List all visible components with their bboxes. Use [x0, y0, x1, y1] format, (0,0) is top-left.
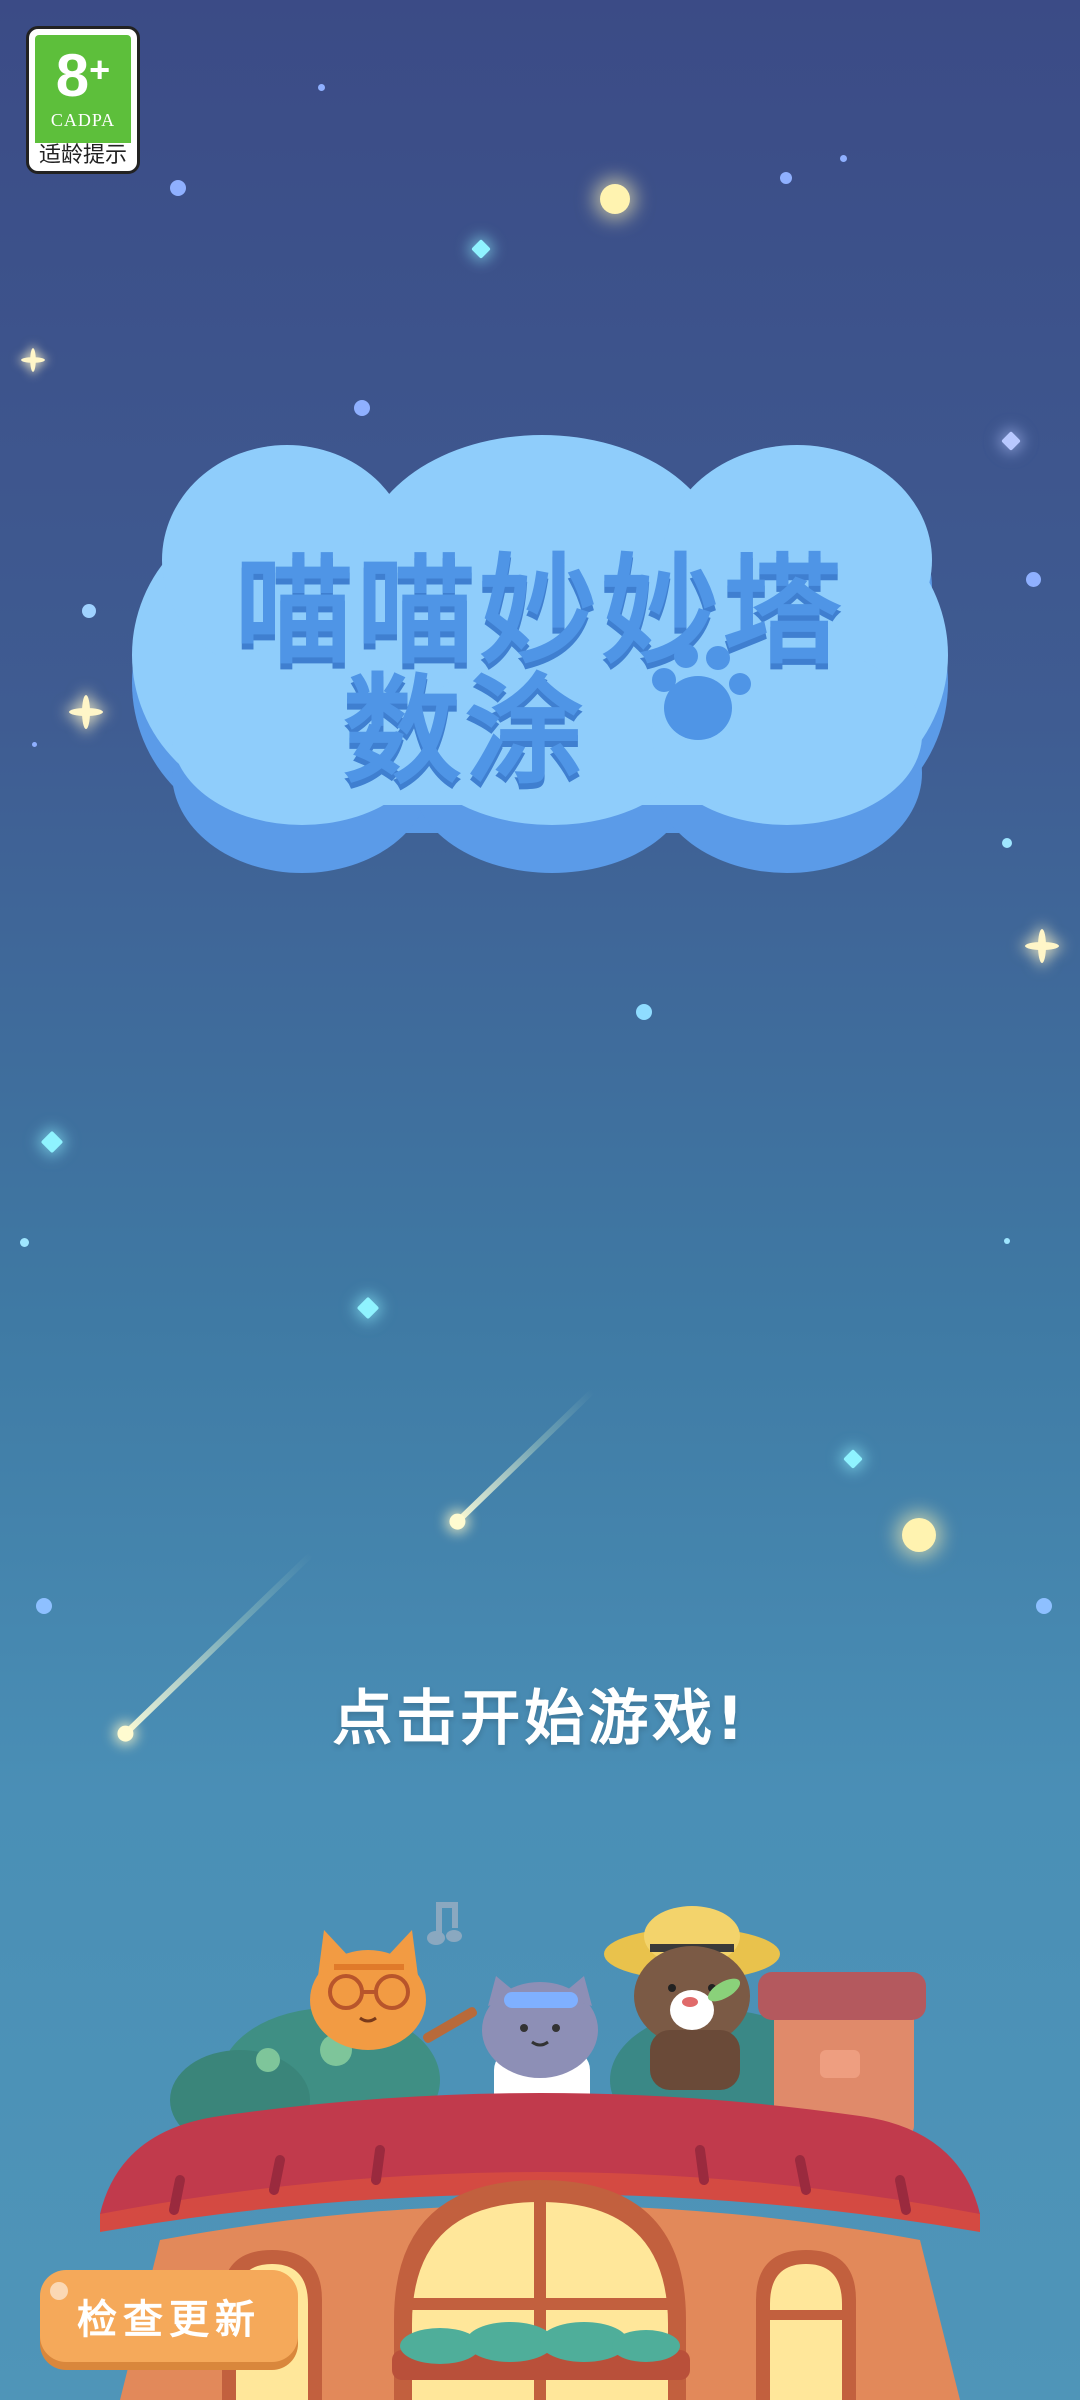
- age-rating-tip: 适龄提示: [38, 143, 127, 168]
- game-logo: 喵喵妙妙塔 数涂: [132, 435, 948, 873]
- star-icon: [1036, 1598, 1052, 1614]
- age-rating-org: CADPA: [50, 110, 116, 130]
- star-icon: [40, 1130, 64, 1154]
- age-number: 8: [55, 42, 90, 109]
- age-rating-panel: 8+ CADPA: [35, 35, 131, 143]
- age-plus: +: [89, 49, 111, 90]
- star-icon: [840, 155, 847, 162]
- check-update-label: 检查更新: [77, 2297, 261, 2343]
- house-window-right: [756, 2250, 856, 2400]
- meteor-icon: [446, 1388, 595, 1533]
- star-icon: [82, 604, 96, 618]
- music-note-icon: [427, 1902, 462, 1945]
- age-rating-badge: 8+ CADPA 适龄提示: [26, 26, 140, 174]
- star-icon: [471, 239, 491, 259]
- star-icon: [902, 1518, 936, 1552]
- star-icon: [170, 180, 186, 196]
- star-icon: [1004, 1238, 1010, 1244]
- check-update-button[interactable]: 检查更新: [40, 2270, 298, 2362]
- paw-icon: [652, 644, 751, 740]
- button-shine: [50, 2282, 68, 2300]
- start-game-prompt[interactable]: 点击开始游戏!: [0, 1670, 1080, 1757]
- star-icon: [356, 1296, 380, 1320]
- logo-title-line2: 数涂: [342, 662, 587, 800]
- star-icon: [1002, 838, 1012, 848]
- star-icon: [354, 400, 370, 416]
- star-icon: [32, 742, 37, 747]
- star-icon: [1001, 431, 1021, 451]
- star-icon: [600, 184, 630, 214]
- star-icon: [636, 1004, 652, 1020]
- star-icon: [843, 1449, 863, 1469]
- orange-cat: [310, 1930, 478, 2050]
- star-icon: [20, 1238, 29, 1247]
- star-icon: [780, 172, 792, 184]
- star-icon: [1026, 572, 1041, 587]
- house-window-center: [392, 2180, 690, 2400]
- star-icon: [318, 84, 325, 91]
- star-icon: [36, 1598, 52, 1614]
